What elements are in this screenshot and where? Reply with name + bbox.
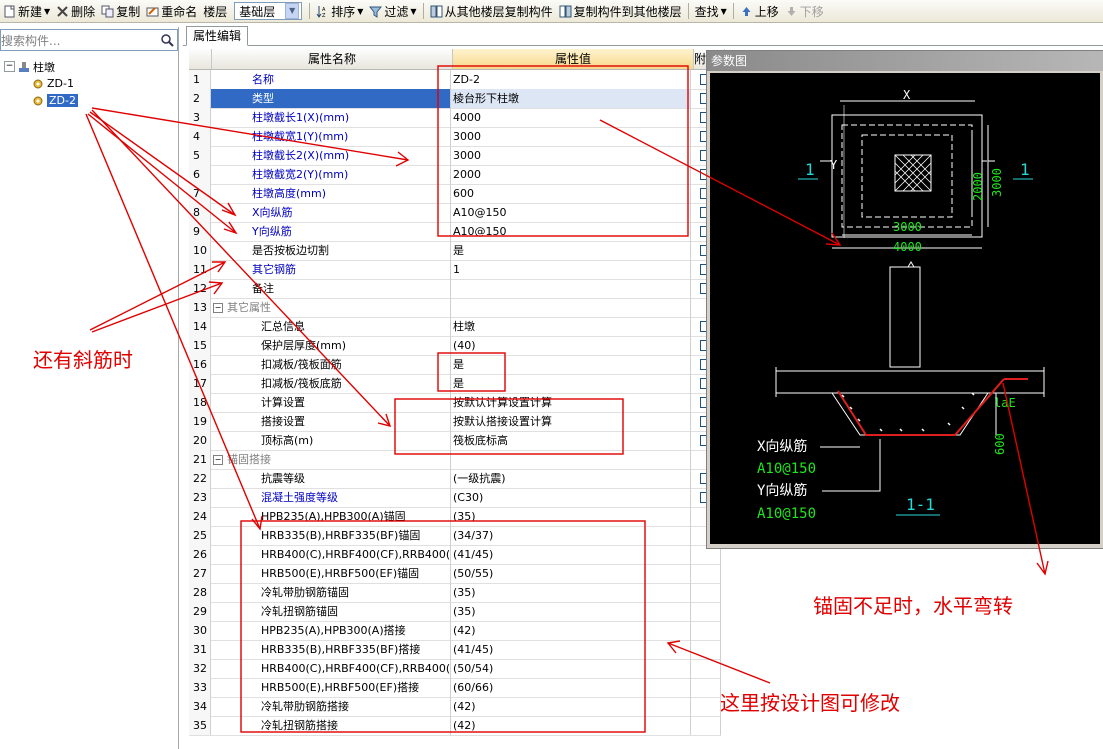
arrow-to-diagram — [599, 119, 841, 246]
highlight-box-dimensions — [437, 65, 689, 237]
arrow-to-length — [91, 107, 409, 161]
highlight-box-anchorage — [240, 520, 646, 733]
highlight-box-deduct — [437, 352, 506, 392]
highlight-box-settings — [394, 398, 624, 455]
annotation-overlay — [85, 65, 1049, 733]
arrow-to-settings — [91, 109, 391, 427]
arrow-slanted-1 — [89, 261, 226, 331]
arrow-to-anchorage — [85, 113, 261, 530]
arrow-to-editable — [667, 642, 771, 684]
arrow-to-anchor-note — [1002, 382, 1046, 575]
